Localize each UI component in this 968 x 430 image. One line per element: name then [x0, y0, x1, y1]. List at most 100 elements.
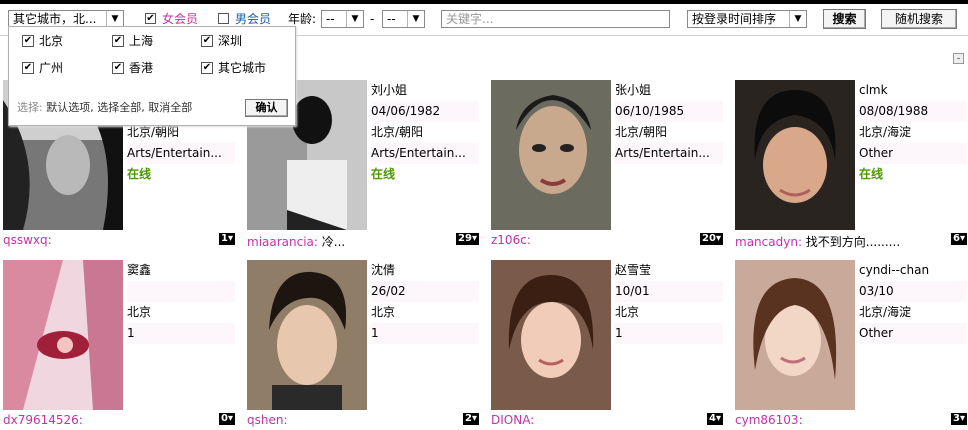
footer-prefix: 选择:: [17, 101, 43, 114]
username-link[interactable]: mancadyn: 找不到方向.........: [735, 233, 900, 250]
profile-card: 窦鑫 北京 1 dx79614526: 0▾: [3, 260, 239, 430]
profile-occupation: Arts/Entertain...: [615, 143, 723, 164]
profile-occupation: 1: [615, 323, 723, 344]
city-checkbox-guangzhou[interactable]: ✔: [22, 62, 34, 74]
age-max-value: --: [387, 12, 396, 26]
age-min-select[interactable]: -- ▼: [321, 10, 364, 28]
collapse-icon[interactable]: –: [953, 53, 964, 64]
photo-count: 4: [709, 413, 716, 424]
username[interactable]: qshen: [247, 413, 283, 427]
photo-count-badge[interactable]: 1▾: [219, 233, 235, 245]
city-checkbox-other[interactable]: ✔: [201, 62, 213, 74]
random-search-button[interactable]: 随机搜索: [881, 9, 957, 29]
username-link[interactable]: qshen:: [247, 413, 288, 427]
profile-info: clmk 08/08/1988 北京/海淀 Other 在线: [859, 80, 967, 185]
username[interactable]: dx79614526: [3, 413, 79, 427]
photo-count-badge[interactable]: 6▾: [951, 233, 967, 245]
profile-location: 北京/海淀: [859, 305, 912, 319]
profile-name: 刘小姐: [371, 83, 408, 97]
online-status: [615, 164, 723, 185]
footer-options[interactable]: 默认选项, 选择全部, 取消全部: [46, 101, 192, 114]
photo-count-badge[interactable]: 20▾: [700, 233, 723, 245]
profile-card: 赵雪莹 10/01 北京 1 DIONA: 4▾: [491, 260, 727, 430]
age-max-select[interactable]: -- ▼: [382, 10, 425, 28]
photo-count: 0: [221, 413, 228, 424]
username[interactable]: qsswxq: [3, 233, 48, 247]
female-label[interactable]: 女会员: [162, 11, 198, 27]
city-label: 上海: [129, 34, 154, 48]
chevron-down-icon[interactable]: ▼: [346, 11, 363, 27]
city-label: 香港: [129, 61, 154, 75]
profile-occupation: 1: [371, 323, 479, 344]
photo-count: 1: [221, 233, 228, 244]
profile-birthday: [127, 281, 235, 302]
username[interactable]: cym86103: [735, 413, 799, 427]
photo-count: 2: [465, 413, 472, 424]
username[interactable]: mancadyn: [735, 235, 798, 249]
male-label[interactable]: 男会员: [235, 11, 271, 27]
username[interactable]: z106c: [491, 233, 527, 247]
female-checkbox[interactable]: ✔: [145, 13, 156, 24]
profile-location: 北京/海淀: [859, 125, 912, 139]
profile-info: 窦鑫 北京 1: [127, 260, 235, 344]
profile-photo[interactable]: [3, 260, 123, 410]
profile-info: 赵雪莹 10/01 北京 1: [615, 260, 723, 344]
profile-birthday: 06/10/1985: [615, 101, 723, 122]
profile-photo[interactable]: [735, 260, 855, 410]
profile-location: 北京: [371, 305, 396, 319]
confirm-button[interactable]: 确认: [245, 99, 288, 117]
photo-count: 29: [458, 233, 472, 244]
chevron-down-icon[interactable]: ▼: [789, 11, 806, 27]
city-label: 广州: [39, 61, 64, 75]
profile-location: 北京/朝阳: [615, 125, 668, 139]
photo-count-badge[interactable]: 0▾: [219, 413, 235, 425]
photo-count-badge[interactable]: 2▾: [463, 413, 479, 425]
profile-photo[interactable]: [491, 80, 611, 230]
search-button[interactable]: 搜索: [823, 9, 866, 29]
male-checkbox[interactable]: [218, 13, 229, 24]
keyword-input[interactable]: 关键字...: [441, 10, 670, 28]
online-status: 在线: [127, 167, 152, 181]
profile-card: 沈倩 26/02 北京 1 qshen: 2▾: [247, 260, 483, 430]
profile-occupation: Arts/Entertain...: [371, 143, 479, 164]
photo-count: 20: [702, 233, 716, 244]
profile-location: 北京: [615, 305, 640, 319]
photo-count-badge[interactable]: 4▾: [707, 413, 723, 425]
username-link[interactable]: z106c:: [491, 233, 531, 247]
chevron-down-icon[interactable]: ▼: [407, 11, 424, 27]
profile-location: 北京: [127, 305, 152, 319]
profile-birthday: 10/01: [615, 281, 723, 302]
city-checkbox-shanghai[interactable]: ✔: [112, 35, 124, 47]
profile-photo[interactable]: [491, 260, 611, 410]
profile-birthday: 03/10: [859, 281, 967, 302]
profile-photo[interactable]: [735, 80, 855, 230]
profile-photo[interactable]: [247, 260, 367, 410]
profile-name: 赵雪莹: [615, 263, 652, 277]
age-label: 年龄:: [288, 12, 317, 26]
profile-name: clmk: [859, 83, 888, 97]
username-link[interactable]: qsswxq:: [3, 233, 52, 247]
photo-count-badge[interactable]: 3▾: [951, 413, 967, 425]
username-link[interactable]: miaarancia: 冷...: [247, 233, 345, 250]
popup-footer: 选择: 默认选项, 选择全部, 取消全部: [17, 99, 192, 115]
profile-info: 张小姐 06/10/1985 北京/朝阳 Arts/Entertain...: [615, 80, 723, 185]
profile-birthday: 04/06/1982: [371, 101, 479, 122]
sort-select[interactable]: 按登录时间排序 ▼: [687, 10, 807, 28]
city-checkbox-shenzhen[interactable]: ✔: [201, 35, 213, 47]
chevron-down-icon[interactable]: ▼: [106, 11, 123, 27]
profile-info: 刘小姐 04/06/1982 北京/朝阳 Arts/Entertain... 在…: [371, 80, 479, 185]
username-link[interactable]: dx79614526:: [3, 413, 83, 427]
city-checkbox-beijing[interactable]: ✔: [22, 35, 34, 47]
city-checkbox-hongkong[interactable]: ✔: [112, 62, 124, 74]
username[interactable]: DIONA: [491, 413, 530, 427]
username-link[interactable]: cym86103:: [735, 413, 803, 427]
city-label: 北京: [39, 34, 64, 48]
photo-count-badge[interactable]: 29▾: [456, 233, 479, 245]
city-label: 其它城市: [218, 61, 267, 75]
online-status: 在线: [371, 167, 396, 181]
age-separator: -: [370, 12, 375, 26]
profile-occupation: Other: [859, 323, 967, 344]
city-label: 深圳: [218, 34, 243, 48]
username-link[interactable]: DIONA:: [491, 413, 534, 427]
username[interactable]: miaarancia: [247, 235, 314, 249]
